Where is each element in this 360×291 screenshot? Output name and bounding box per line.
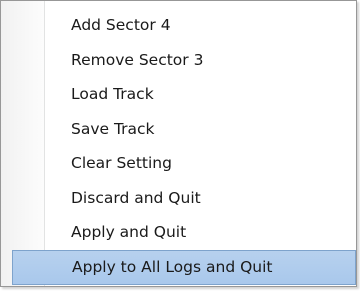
menu-items: Add Sector 4 Remove Sector 3 Load Track …	[1, 8, 356, 285]
menu-item-load-track[interactable]: Load Track	[1, 77, 356, 112]
menu-item-discard-and-quit[interactable]: Discard and Quit	[1, 181, 356, 216]
menu-item-add-sector-4[interactable]: Add Sector 4	[1, 8, 356, 43]
menu-item-apply-and-quit[interactable]: Apply and Quit	[1, 215, 356, 250]
menu-item-clear-setting[interactable]: Clear Setting	[1, 146, 356, 181]
menu-item-remove-sector-3[interactable]: Remove Sector 3	[1, 43, 356, 78]
menu-item-save-track[interactable]: Save Track	[1, 112, 356, 147]
menu-item-apply-to-all-logs-and-quit[interactable]: Apply to All Logs and Quit	[12, 249, 356, 285]
context-menu: Add Sector 4 Remove Sector 3 Load Track …	[0, 0, 357, 287]
